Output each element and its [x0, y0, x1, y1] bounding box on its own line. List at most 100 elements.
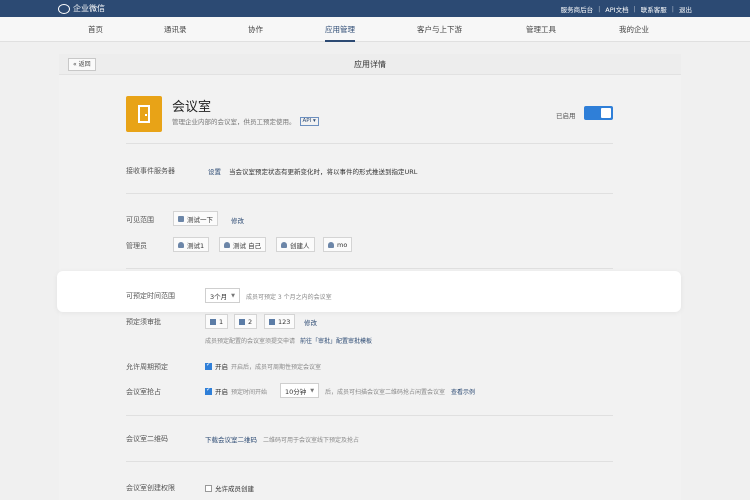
booking-range-hint: 成员可预定 3 个月之内的会议室: [246, 294, 332, 301]
admin-chip-label: 测试1: [187, 241, 205, 250]
top-links: 服务商后台 | API文档 | 联系客服 | 退出: [561, 4, 692, 14]
enable-toggle[interactable]: [584, 106, 613, 120]
grab-example-link[interactable]: 查看示例: [451, 387, 475, 396]
create-perm-checkbox[interactable]: [205, 484, 212, 492]
divider: |: [671, 4, 674, 13]
main-nav: 首页 通讯录 协作 应用管理 客户与上下游 管理工具 我的企业: [0, 17, 750, 42]
grab-row-left: 开启 预定时间开始: [205, 386, 267, 396]
grab-hint-after: 后，成员可扫描会议室二维码抢占闲置会议室: [325, 389, 446, 396]
link-contact-support[interactable]: 联系客服: [641, 4, 667, 14]
approval-room-chip[interactable]: 2: [234, 314, 258, 329]
booking-range-value: 3个月: [210, 292, 228, 301]
link-logout[interactable]: 退出: [679, 4, 692, 14]
event-server-row: 设置 当会议室预定状态有更新变化时，将以事件的形式推送到指定URL: [208, 166, 417, 176]
nav-item-app-management[interactable]: 应用管理: [325, 17, 355, 42]
link-api-docs[interactable]: API文档: [605, 4, 628, 14]
back-button[interactable]: « 返回: [68, 58, 96, 71]
admin-chip[interactable]: 创建人: [276, 237, 315, 252]
approval-room-chip[interactable]: 123: [264, 314, 296, 329]
qrcode-hint: 二维码可用于会议室线下预定及抢占: [263, 436, 360, 444]
page-title: 应用详情: [354, 59, 386, 69]
link-service-provider[interactable]: 服务商后台: [561, 4, 594, 14]
periodic-label: 允许周期预定: [126, 363, 168, 371]
approval-label: 预定须审批: [126, 318, 161, 326]
event-server-label: 接收事件服务器: [126, 167, 175, 175]
create-perm-row: 允许成员创建: [205, 483, 254, 493]
grab-time-value: 10分钟: [285, 387, 307, 396]
api-dropdown[interactable]: API ▾: [299, 116, 319, 126]
approval-room-chip[interactable]: 1: [205, 314, 229, 329]
approval-edit-link[interactable]: 修改: [304, 317, 317, 327]
top-bar: 企业微信 服务商后台 | API文档 | 联系客服 | 退出: [0, 0, 750, 17]
divider: |: [598, 4, 601, 13]
approval-hint: 成员预定配置的会议室须提交申请: [205, 338, 296, 345]
visibility-chip-label: 测试一下: [187, 215, 213, 224]
create-perm-label: 会议室创建权限: [126, 484, 175, 492]
qrcode-download-link[interactable]: 下载会议室二维码: [205, 434, 257, 444]
periodic-hint: 开启后，成员可周期性预定会议室: [231, 363, 322, 371]
divider: [126, 268, 613, 269]
nav-item-management-tools[interactable]: 管理工具: [526, 17, 556, 42]
divider: [126, 461, 613, 462]
person-icon: [281, 241, 287, 248]
status-label: 已启用: [556, 112, 576, 120]
grab-checkbox-label: 开启: [215, 388, 228, 396]
nav-item-my-enterprise[interactable]: 我的企业: [619, 17, 649, 42]
grab-row-right: 后，成员可扫描会议室二维码抢占闲置会议室 查看示例: [325, 387, 475, 396]
admin-chip-label: 创建人: [290, 241, 310, 250]
brand[interactable]: 企业微信: [58, 3, 105, 14]
periodic-checkbox[interactable]: [205, 361, 212, 370]
grab-checkbox[interactable]: [205, 386, 212, 395]
event-server-desc: 当会议室预定状态有更新变化时，将以事件的形式推送到指定URL: [229, 168, 418, 176]
grab-hint-before: 预定时间开始: [231, 388, 268, 396]
brand-name: 企业微信: [73, 4, 105, 13]
nav-item-customers[interactable]: 客户与上下游: [417, 17, 462, 42]
grab-time-select[interactable]: 10分钟 ▼: [280, 383, 320, 398]
admin-chip[interactable]: mo: [323, 237, 353, 252]
admin-chip-label: mo: [337, 240, 348, 249]
divider: [126, 143, 613, 144]
chevron-down-icon: ▼: [310, 387, 315, 394]
panel-header: « 返回 应用详情: [59, 54, 681, 75]
admin-chip[interactable]: 测试 自己: [219, 237, 267, 252]
wecom-logo-icon: [58, 3, 70, 14]
divider: [126, 193, 613, 194]
app-name: 会议室: [172, 100, 212, 115]
visibility-chip[interactable]: 测试一下: [173, 211, 218, 226]
visibility-label: 可见范围: [126, 216, 154, 224]
nav-item-home[interactable]: 首页: [88, 17, 103, 42]
approval-room-label: 123: [278, 317, 291, 326]
booking-range-label: 可预定时间范围: [126, 292, 175, 300]
approval-hint-row: 成员预定配置的会议室须提交申请 前往「审批」配置审批模板: [205, 336, 372, 345]
room-icon: [269, 318, 275, 325]
admin-chip[interactable]: 测试1: [173, 237, 210, 252]
divider: [126, 415, 613, 416]
approval-room-label: 2: [248, 317, 253, 326]
admin-chip-label: 测试 自己: [233, 241, 262, 250]
approval-room-label: 1: [219, 317, 224, 326]
person-icon: [224, 241, 230, 248]
grab-label: 会议室抢占: [126, 388, 161, 396]
app-icon: [126, 96, 162, 132]
chevron-down-icon: ▼: [231, 292, 235, 299]
nav-item-contacts[interactable]: 通讯录: [164, 17, 187, 42]
visibility-edit-link[interactable]: 修改: [231, 215, 244, 225]
person-icon: [178, 241, 184, 248]
event-server-setup-link[interactable]: 设置: [208, 166, 221, 176]
periodic-checkbox-label: 开启: [215, 363, 228, 371]
approval-template-link[interactable]: 前往「审批」配置审批模板: [300, 336, 372, 345]
create-perm-checkbox-label: 允许成员创建: [215, 485, 254, 493]
nav-item-collaboration[interactable]: 协作: [248, 17, 263, 42]
booking-range-select[interactable]: 3个月 ▼: [205, 288, 240, 303]
room-icon: [210, 318, 216, 325]
admins-label: 管理员: [126, 242, 147, 250]
divider: |: [633, 4, 636, 13]
room-icon: [239, 318, 245, 325]
app-description-text: 管理企业内部的会议室，供员工预定使用。: [172, 118, 296, 126]
door-icon: [138, 105, 150, 123]
toggle-knob: [601, 108, 611, 118]
app-description: 管理企业内部的会议室，供员工预定使用。 API ▾: [172, 116, 319, 126]
qrcode-row: 下载会议室二维码 二维码可用于会议室线下预定及抢占: [205, 434, 359, 444]
person-icon: [328, 241, 334, 248]
qrcode-label: 会议室二维码: [126, 435, 168, 443]
